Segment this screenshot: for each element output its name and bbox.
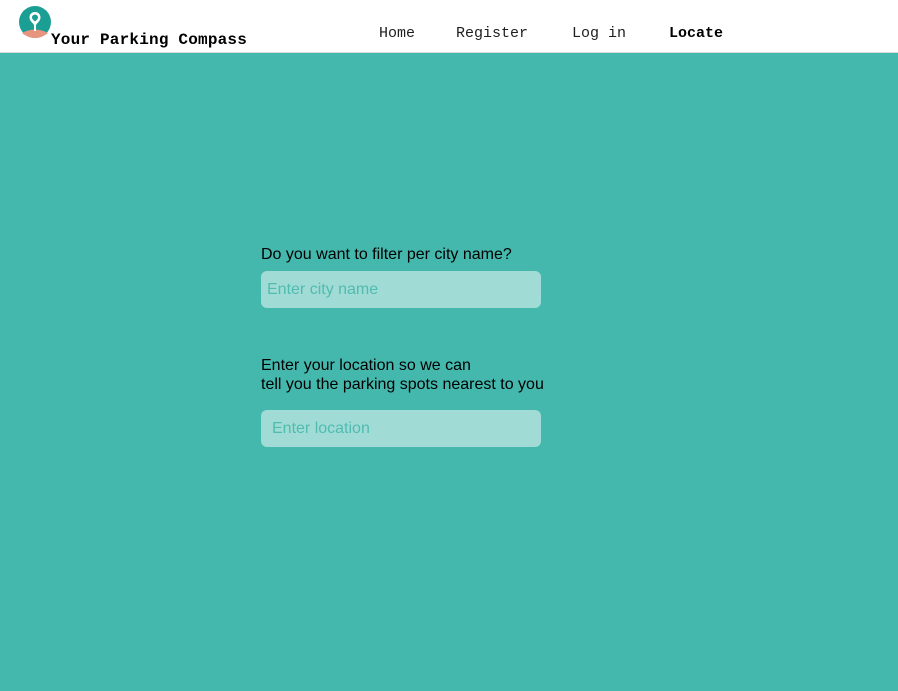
header: Your Parking Compass Home Register Log i… <box>0 0 898 53</box>
nav-locate-link[interactable]: Locate <box>669 24 723 44</box>
nav-login-link[interactable]: Log in <box>572 24 626 44</box>
nav-register-link[interactable]: Register <box>456 24 528 44</box>
location-input[interactable] <box>261 410 541 447</box>
brand-title: Your Parking Compass <box>51 31 248 49</box>
location-prompt-line-1: Enter your location so we can <box>261 357 471 374</box>
city-name-input[interactable] <box>261 271 541 308</box>
location-prompt-line-2: tell you the parking spots nearest to yo… <box>261 376 544 393</box>
nav-home-link[interactable]: Home <box>379 24 415 44</box>
city-filter-label: Do you want to filter per city name? <box>261 246 512 263</box>
map-pin-icon[interactable] <box>19 6 51 38</box>
page: Your Parking Compass Home Register Log i… <box>0 0 898 691</box>
